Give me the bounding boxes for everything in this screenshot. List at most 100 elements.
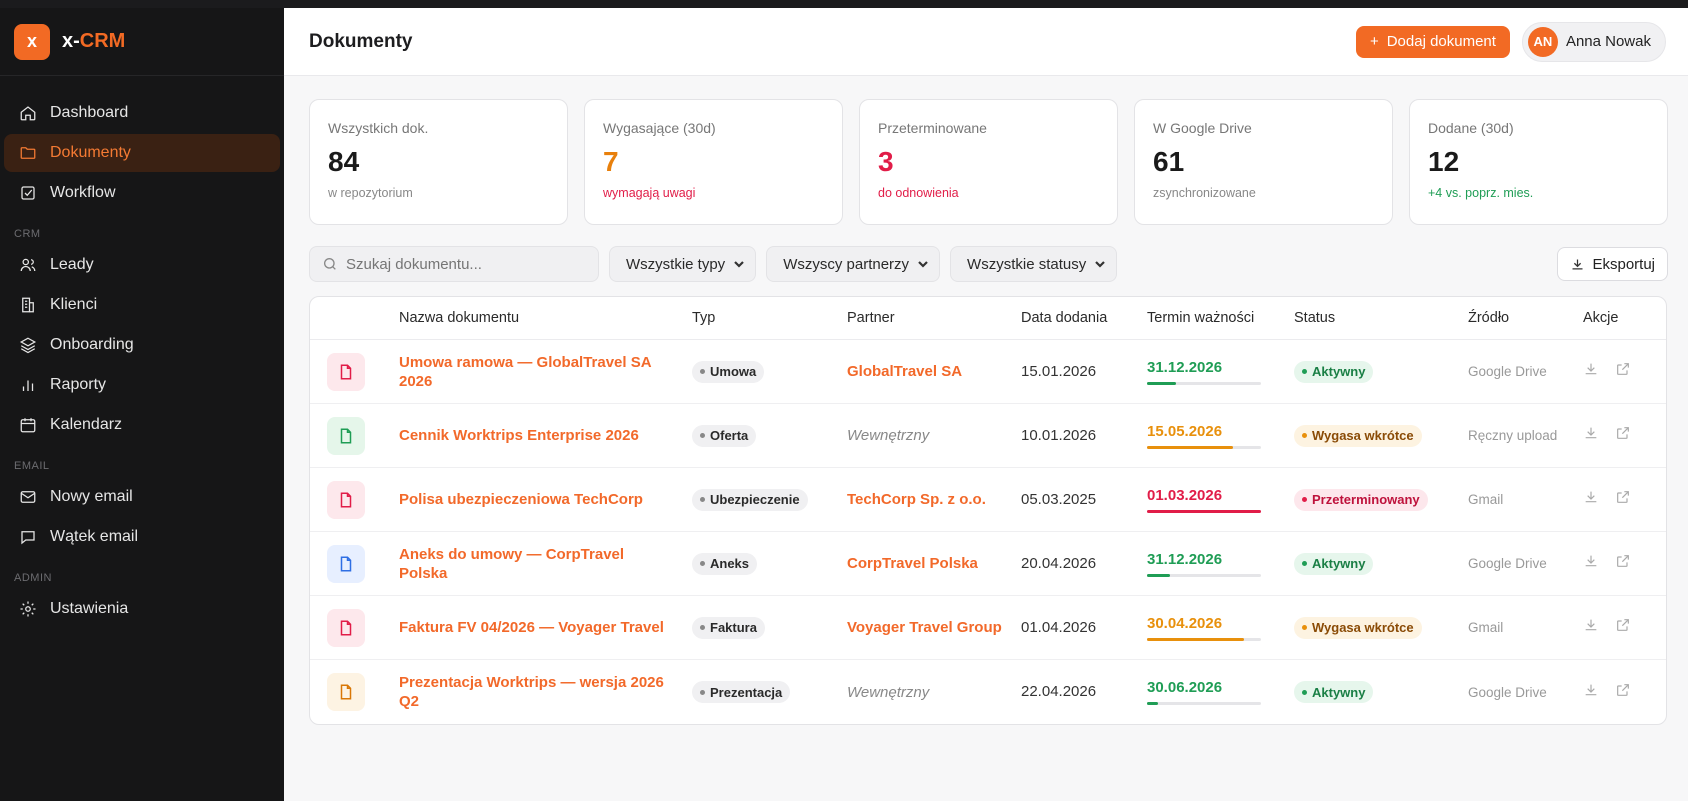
expiry-progress-bar: [1147, 702, 1261, 705]
download-icon[interactable]: [1583, 617, 1599, 638]
type-badge: Oferta: [692, 424, 757, 447]
download-icon[interactable]: [1583, 553, 1599, 574]
sidebar-item-dashboard[interactable]: Dashboard: [4, 94, 280, 132]
partner-link: Wewnętrzny: [847, 683, 930, 701]
partner-link[interactable]: TechCorp Sp. z o.o.: [847, 490, 1011, 509]
sidebar-item-wątek-email[interactable]: Wątek email: [4, 518, 280, 556]
expiry-date: 31.12.2026: [1147, 550, 1223, 568]
sidebar-section-label: EMAIL: [14, 460, 50, 472]
sidebar-item-nowy-email[interactable]: Nowy email: [4, 478, 280, 516]
status-label: Aktywny: [1312, 556, 1366, 571]
column-header[interactable]: Data dodania: [1021, 310, 1147, 326]
partner-link[interactable]: Voyager Travel Group: [847, 618, 1011, 637]
table-row[interactable]: Polisa ubezpieczeniowa TechCorp Ubezpiecz…: [310, 468, 1666, 532]
file-icon-cell: [310, 480, 399, 519]
stat-card: Wszystkich dok. 84 w repozytorium: [309, 99, 568, 225]
download-icon: [1572, 259, 1583, 269]
date-added: 15.01.2026: [1021, 362, 1097, 380]
document-name-link[interactable]: Umowa ramowa — GlobalTravel SA 2026: [399, 353, 672, 391]
status-badge: Wygasa wkrótce: [1294, 616, 1422, 639]
export-button[interactable]: Eksportuj: [1557, 247, 1668, 281]
status-filter-select[interactable]: Wszystkie statusy: [950, 246, 1118, 282]
document-name-link[interactable]: Aneks do umowy — CorpTravel Polska: [399, 545, 672, 583]
sidebar-item-ustawienia[interactable]: Ustawienia: [4, 590, 280, 628]
download-icon[interactable]: [1583, 489, 1599, 510]
actions-cell: [1583, 361, 1666, 382]
user-menu[interactable]: AN Anna Nowak: [1521, 21, 1666, 62]
table-row[interactable]: Prezentacja Worktrips — wersja 2026 Q2 Pr…: [310, 660, 1666, 724]
download-icon[interactable]: [1583, 361, 1599, 382]
type-badge: Aneks: [692, 552, 758, 575]
type-filter-select[interactable]: Wszystkie typy: [609, 246, 757, 282]
expiry-progress-fill: [1147, 702, 1159, 705]
file-icon: [327, 673, 365, 711]
document-name-link[interactable]: Cennik Worktrips Enterprise 2026: [399, 426, 672, 445]
add-document-button[interactable]: + Dodaj dokument: [1355, 25, 1510, 58]
brand-name: x-CRM: [62, 30, 125, 53]
status-cell: Aktywny: [1294, 360, 1468, 383]
actions-cell: [1583, 425, 1666, 446]
external-link-icon[interactable]: [1615, 489, 1631, 510]
column-header[interactable]: Termin ważności: [1147, 310, 1294, 326]
stat-label: W Google Drive: [1153, 120, 1252, 136]
column-header[interactable]: Partner: [847, 310, 1021, 326]
download-icon[interactable]: [1583, 425, 1599, 446]
stat-label: Wszystkich dok.: [328, 120, 429, 136]
status-label: Aktywny: [1312, 684, 1366, 700]
source-label: Google Drive: [1468, 684, 1547, 700]
partner-filter-select[interactable]: Wszyscy partnerzy: [766, 246, 941, 282]
sidebar-item-onboarding[interactable]: Onboarding: [4, 326, 280, 364]
external-link-icon[interactable]: [1615, 617, 1631, 638]
column-header[interactable]: Typ: [692, 310, 847, 326]
document-name-link[interactable]: Faktura FV 04/2026 — Voyager Travel: [399, 618, 672, 637]
stat-card: Dodane (30d) 12 +4 vs. poprz. mies.: [1409, 99, 1668, 225]
sidebar-item-kalendarz[interactable]: Kalendarz: [4, 406, 280, 444]
download-icon[interactable]: [1583, 682, 1599, 703]
source-label: Gmail: [1468, 492, 1504, 507]
home-icon: [18, 103, 38, 123]
document-name-link[interactable]: Prezentacja Worktrips — wersja 2026 Q2: [399, 673, 672, 711]
column-header[interactable]: Źródło: [1468, 310, 1583, 326]
file-icon-cell: [310, 544, 399, 583]
external-link-icon[interactable]: [1615, 425, 1631, 446]
search-icon: [324, 258, 336, 270]
table-body: Umowa ramowa — GlobalTravel SA 2026 Umowa…: [310, 340, 1666, 724]
sidebar-item-label: Raporty: [50, 376, 107, 393]
search-box[interactable]: [309, 246, 599, 282]
dot-icon: [700, 625, 705, 630]
date-added: 01.04.2026: [1021, 618, 1097, 636]
sidebar-item-label: Kalendarz: [50, 416, 123, 433]
sidebar-item-raporty[interactable]: Raporty: [4, 366, 280, 404]
search-input[interactable]: [346, 255, 586, 273]
column-header[interactable]: Akcje: [1583, 310, 1666, 326]
table-row[interactable]: Cennik Worktrips Enterprise 2026 Oferta We…: [310, 404, 1666, 468]
column-header[interactable]: Status: [1294, 310, 1468, 326]
external-link-icon[interactable]: [1615, 361, 1631, 382]
external-link-icon[interactable]: [1615, 553, 1631, 574]
sidebar-item-dokumenty[interactable]: Dokumenty: [4, 134, 280, 172]
sidebar-item-klienci[interactable]: Klienci: [4, 286, 280, 324]
sidebar-item-workflow[interactable]: Workflow: [4, 174, 280, 212]
actions-cell: [1583, 553, 1666, 574]
date-cell: 20.04.2026: [1021, 555, 1147, 573]
type-cell: Aneks: [692, 552, 847, 575]
expiry-progress-bar: [1147, 637, 1261, 641]
brand-prefix: x-: [62, 30, 80, 52]
calendar-icon: [18, 415, 38, 435]
table-row[interactable]: Faktura FV 04/2026 — Voyager Travel Faktu…: [310, 596, 1666, 660]
type-label: Umowa: [710, 364, 757, 379]
file-icon: [327, 416, 365, 455]
table-row[interactable]: Aneks do umowy — CorpTravel Polska Aneks C…: [310, 532, 1666, 596]
expiry-progress-bar: [1147, 445, 1261, 449]
column-header[interactable]: Nazwa dokumentu: [399, 310, 692, 326]
plus-icon: +: [1369, 33, 1379, 50]
table-row[interactable]: Umowa ramowa — GlobalTravel SA 2026 Umowa…: [310, 340, 1666, 404]
partner-link[interactable]: GlobalTravel SA: [847, 362, 1011, 381]
sidebar-item-leady[interactable]: Leady: [4, 246, 280, 284]
partner-link[interactable]: CorpTravel Polska: [847, 554, 1011, 573]
external-link-icon[interactable]: [1615, 682, 1631, 703]
bar-chart-icon: [18, 375, 38, 395]
document-name-link[interactable]: Polisa ubezpieczeniowa TechCorp: [399, 490, 672, 509]
expiry-cell: 30.06.2026: [1147, 679, 1294, 705]
expiry-progress-fill: [1147, 637, 1244, 641]
